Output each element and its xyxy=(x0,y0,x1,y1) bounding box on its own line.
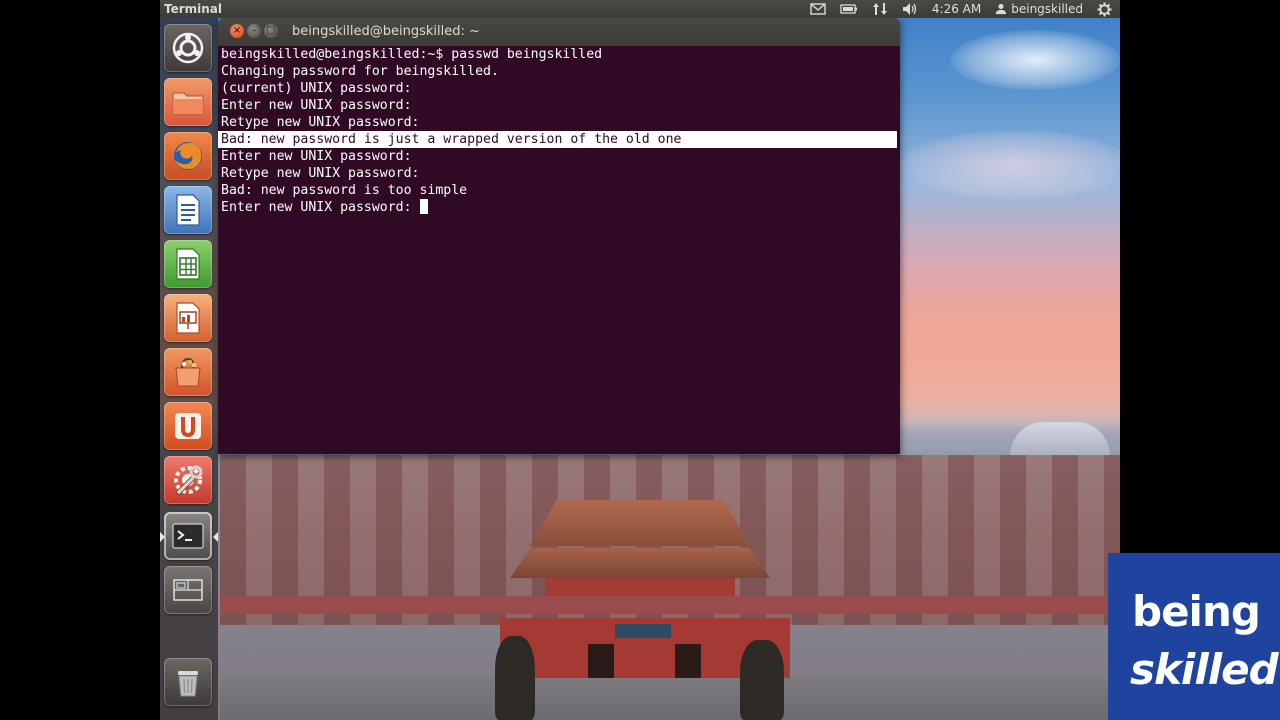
terminal-line: Changing password for beingskilled. xyxy=(221,64,499,79)
session-menu[interactable] xyxy=(1097,1,1112,17)
terminal-lines: beingskilled@beingskilled:~$ passwd bein… xyxy=(218,46,897,216)
wallpaper-tree xyxy=(495,636,535,720)
launcher-software-center[interactable] xyxy=(164,348,212,396)
launcher xyxy=(160,18,218,720)
launcher-focused-indicator xyxy=(213,532,218,542)
terminal-output[interactable]: beingskilled@beingskilled:~$ passwd bein… xyxy=(218,46,900,454)
wallpaper-cloud xyxy=(950,30,1120,90)
terminal-icon xyxy=(172,523,204,549)
launcher-libreoffice-calc[interactable] xyxy=(164,240,212,288)
workspaces-icon xyxy=(173,579,203,601)
wallpaper-gate-door xyxy=(588,644,614,678)
launcher-system-settings[interactable] xyxy=(164,456,212,504)
messaging-indicator[interactable] xyxy=(810,2,826,16)
settings-wrench-icon xyxy=(174,465,203,496)
window-minimize-button[interactable]: – xyxy=(247,24,261,38)
battery-indicator[interactable] xyxy=(840,2,858,16)
terminal-line: Enter new UNIX password: xyxy=(221,98,412,113)
minimize-icon: – xyxy=(251,25,257,36)
beingskilled-logo: being skilled xyxy=(1108,553,1280,720)
ubuntu-one-icon xyxy=(175,413,201,439)
wallpaper-plaza xyxy=(220,678,1120,720)
impress-presentation-icon xyxy=(176,302,200,334)
launcher-active-indicator xyxy=(160,532,165,542)
window-title: beingskilled@beingskilled: ~ xyxy=(292,24,480,39)
terminal-line: beingskilled@beingskilled:~$ passwd bein… xyxy=(221,47,603,62)
terminal-prompt-line: Enter new UNIX password: xyxy=(221,199,897,216)
firefox-icon xyxy=(174,142,202,170)
launcher-firefox[interactable] xyxy=(164,132,212,180)
user-icon xyxy=(996,3,1007,15)
panel-app-title[interactable]: Terminal xyxy=(164,0,222,18)
terminal-window[interactable]: × – □ beingskilled@beingskilled: ~ being… xyxy=(218,18,900,454)
window-maximize-button[interactable]: □ xyxy=(264,24,278,38)
calc-spreadsheet-icon xyxy=(176,248,200,280)
wallpaper-gate-plaque xyxy=(615,624,671,638)
launcher-trash[interactable] xyxy=(164,658,212,706)
network-arrows-icon xyxy=(872,3,887,15)
trash-icon xyxy=(178,671,198,697)
panel-indicators: 4:26 AM beingskilled xyxy=(796,0,1112,18)
terminal-line: (current) UNIX password: xyxy=(221,81,412,96)
terminal-line: Bad: new password is too simple xyxy=(221,183,468,198)
wallpaper-main-hall-roof xyxy=(530,500,750,546)
window-titlebar[interactable]: × – □ beingskilled@beingskilled: ~ xyxy=(218,18,900,46)
user-menu[interactable]: beingskilled xyxy=(995,0,1083,18)
wallpaper-cloud xyxy=(900,130,1120,200)
terminal-line: Retype new UNIX password: xyxy=(221,115,420,130)
terminal-cursor xyxy=(419,199,428,214)
window-close-button[interactable]: × xyxy=(230,24,244,38)
launcher-terminal[interactable] xyxy=(164,512,212,560)
folder-icon xyxy=(172,92,204,115)
terminal-line: Retype new UNIX password: xyxy=(221,166,420,181)
top-panel: Terminal 4:26 AM beingskilled xyxy=(160,0,1120,18)
wallpaper-red-wall xyxy=(220,596,1120,614)
logo-text-being: being xyxy=(1132,587,1261,636)
close-icon: × xyxy=(232,25,242,36)
ubuntu-logo-icon xyxy=(172,32,204,64)
wallpaper-dome-building xyxy=(1010,422,1110,456)
launcher-dash-home[interactable] xyxy=(164,24,212,72)
launcher-files[interactable] xyxy=(164,78,212,126)
wallpaper-main-hall-lower-roof xyxy=(510,548,770,578)
network-indicator[interactable] xyxy=(872,2,888,16)
launcher-libreoffice-impress[interactable] xyxy=(164,294,212,342)
shopping-bag-icon xyxy=(175,357,201,387)
logo-text-skilled: skilled xyxy=(1130,645,1279,694)
envelope-icon xyxy=(810,3,826,15)
sound-indicator[interactable] xyxy=(902,2,918,16)
user-name: beingskilled xyxy=(1011,2,1083,16)
wallpaper-tree xyxy=(740,640,784,720)
terminal-prompt-text: Enter new UNIX password: xyxy=(221,200,420,215)
launcher-ubuntu-one[interactable] xyxy=(164,402,212,450)
wallpaper-gate-door xyxy=(675,644,701,678)
maximize-icon: □ xyxy=(266,25,276,36)
launcher-libreoffice-writer[interactable] xyxy=(164,186,212,234)
speaker-icon xyxy=(902,3,917,15)
gear-icon xyxy=(1097,1,1112,17)
battery-icon xyxy=(840,4,857,14)
launcher-workspace-switcher[interactable] xyxy=(164,566,212,614)
terminal-line-selected: Bad: new password is just a wrapped vers… xyxy=(218,131,897,148)
writer-document-icon xyxy=(176,194,200,226)
desktop-screen: Terminal 4:26 AM beingskilled × – □ bein… xyxy=(160,0,1120,720)
clock[interactable]: 4:26 AM xyxy=(932,0,981,18)
terminal-line: Enter new UNIX password: xyxy=(221,149,412,164)
